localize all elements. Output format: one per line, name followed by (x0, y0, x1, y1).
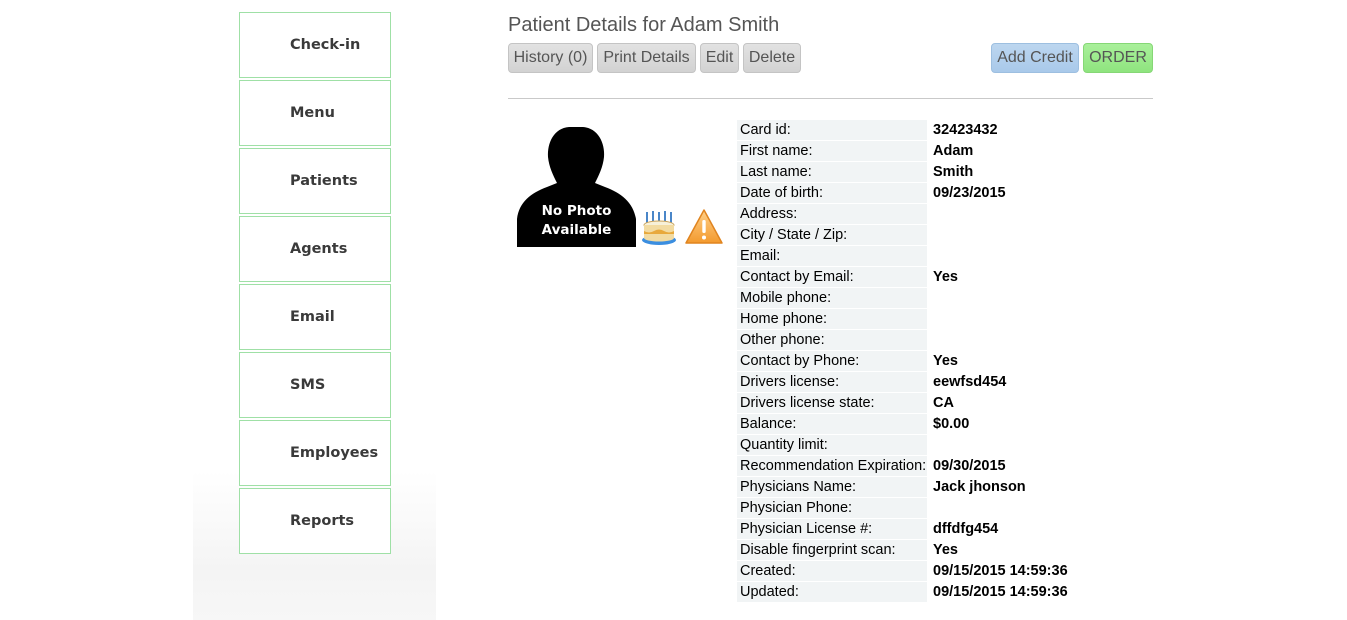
detail-row-contact-by-phone: Contact by Phone: Yes (737, 351, 1152, 372)
detail-label: Drivers license state: (737, 393, 927, 413)
detail-row-contact-by-email: Contact by Email: Yes (737, 267, 1152, 288)
detail-value (930, 435, 1152, 455)
detail-label: Home phone: (737, 309, 927, 329)
detail-value (930, 498, 1152, 518)
detail-value: Yes (933, 542, 958, 558)
nav-patients-button[interactable]: Patients (239, 148, 391, 214)
edit-button[interactable]: Edit (700, 43, 739, 73)
detail-row-address: Address: (737, 204, 1152, 225)
detail-row-disable-fingerprint-scan: Disable fingerprint scan: Yes (737, 540, 1152, 561)
detail-label: Other phone: (737, 330, 927, 350)
order-button[interactable]: ORDER (1083, 43, 1153, 73)
detail-label: Quantity limit: (737, 435, 927, 455)
detail-label: Physician Phone: (737, 498, 927, 518)
detail-row-created: Created: 09/15/2015 14:59:36 (737, 561, 1152, 582)
warning-icon (684, 208, 724, 246)
detail-label: Date of birth: (737, 183, 927, 203)
patient-details-table: Card id: 32423432 First name: Adam Last na… (737, 120, 1152, 603)
detail-label: City / State / Zip: (737, 225, 927, 245)
detail-label: Card id: (737, 120, 927, 140)
add-credit-button[interactable]: Add Credit (991, 43, 1079, 73)
detail-value: eewfsd454 (933, 374, 1007, 390)
detail-value: 09/15/2015 14:59:36 (933, 584, 1068, 600)
detail-value (930, 225, 1152, 245)
detail-row-mobile-phone: Mobile phone: (737, 288, 1152, 309)
detail-label: Recommendation Expiration: (737, 456, 927, 476)
detail-label: Disable fingerprint scan: (737, 540, 927, 560)
detail-value: Jack jhonson (933, 479, 1026, 495)
delete-button[interactable]: Delete (743, 43, 801, 73)
detail-label: Contact by Phone: (737, 351, 927, 371)
birthday-cake-icon (640, 210, 678, 248)
detail-row-drivers-license: Drivers license: eewfsd454 (737, 372, 1152, 393)
detail-label: Balance: (737, 414, 927, 434)
detail-value: Yes (933, 269, 958, 285)
detail-label: Contact by Email: (737, 267, 927, 287)
nav-agents-button[interactable]: Agents (239, 216, 391, 282)
no-photo-text: No Photo Available (517, 202, 636, 240)
print-details-button[interactable]: Print Details (597, 43, 696, 73)
detail-label: Mobile phone: (737, 288, 927, 308)
detail-label: Drivers license: (737, 372, 927, 392)
nav-sms-button[interactable]: SMS (239, 352, 391, 418)
detail-row-drivers-license-state: Drivers license state: CA (737, 393, 1152, 414)
detail-value: Yes (933, 353, 958, 369)
no-photo-line1: No Photo (541, 203, 612, 219)
detail-row-card-id: Card id: 32423432 (737, 120, 1152, 141)
nav-reports-button[interactable]: Reports (239, 488, 391, 554)
detail-row-other-phone: Other phone: (737, 330, 1152, 351)
detail-label: Updated: (737, 582, 927, 602)
detail-value: 09/30/2015 (933, 458, 1006, 474)
detail-row-physician-license: Physician License #: dffdfg454 (737, 519, 1152, 540)
detail-label: Physicians Name: (737, 477, 927, 497)
patient-photo-placeholder: No Photo Available (517, 127, 636, 247)
no-photo-line2: Available (541, 222, 612, 238)
nav-employees-button[interactable]: Employees (239, 420, 391, 486)
detail-value: 32423432 (933, 122, 998, 138)
nav-menu-button[interactable]: Menu (239, 80, 391, 146)
header-divider (508, 98, 1153, 99)
detail-row-updated: Updated: 09/15/2015 14:59:36 (737, 582, 1152, 603)
nav-email-button[interactable]: Email (239, 284, 391, 350)
detail-value: 09/23/2015 (933, 185, 1006, 201)
detail-value: CA (933, 395, 954, 411)
detail-value: dffdfg454 (933, 521, 999, 537)
detail-value (930, 246, 1152, 266)
detail-label: Address: (737, 204, 927, 224)
detail-row-physician-phone: Physician Phone: (737, 498, 1152, 519)
detail-value: Smith (933, 164, 974, 180)
detail-label: Created: (737, 561, 927, 581)
detail-row-last-name: Last name: Smith (737, 162, 1152, 183)
detail-value (930, 288, 1152, 308)
detail-row-recommendation-expiration: Recommendation Expiration: 09/30/2015 (737, 456, 1152, 477)
detail-row-date-of-birth: Date of birth: 09/23/2015 (737, 183, 1152, 204)
detail-row-city-state-zip: City / State / Zip: (737, 225, 1152, 246)
detail-label: First name: (737, 141, 927, 161)
detail-value: Adam (933, 143, 974, 159)
main-navigation: Check-in Menu Patients Agents Email SMS … (239, 12, 391, 556)
detail-value: 09/15/2015 14:59:36 (933, 563, 1068, 579)
nav-checkin-button[interactable]: Check-in (239, 12, 391, 78)
detail-row-physicians-name: Physicians Name: Jack jhonson (737, 477, 1152, 498)
detail-row-email: Email: (737, 246, 1152, 267)
page-title: Patient Details for Adam Smith (508, 14, 780, 36)
history-button[interactable]: History (0) (508, 43, 593, 73)
detail-row-quantity-limit: Quantity limit: (737, 435, 1152, 456)
detail-value (930, 204, 1152, 224)
detail-value: $0.00 (933, 416, 970, 432)
detail-label: Email: (737, 246, 927, 266)
detail-row-first-name: First name: Adam (737, 141, 1152, 162)
detail-row-balance: Balance: $0.00 (737, 414, 1152, 435)
detail-label: Last name: (737, 162, 927, 182)
detail-label: Physician License #: (737, 519, 927, 539)
detail-value (930, 309, 1152, 329)
detail-row-home-phone: Home phone: (737, 309, 1152, 330)
detail-value (930, 330, 1152, 350)
